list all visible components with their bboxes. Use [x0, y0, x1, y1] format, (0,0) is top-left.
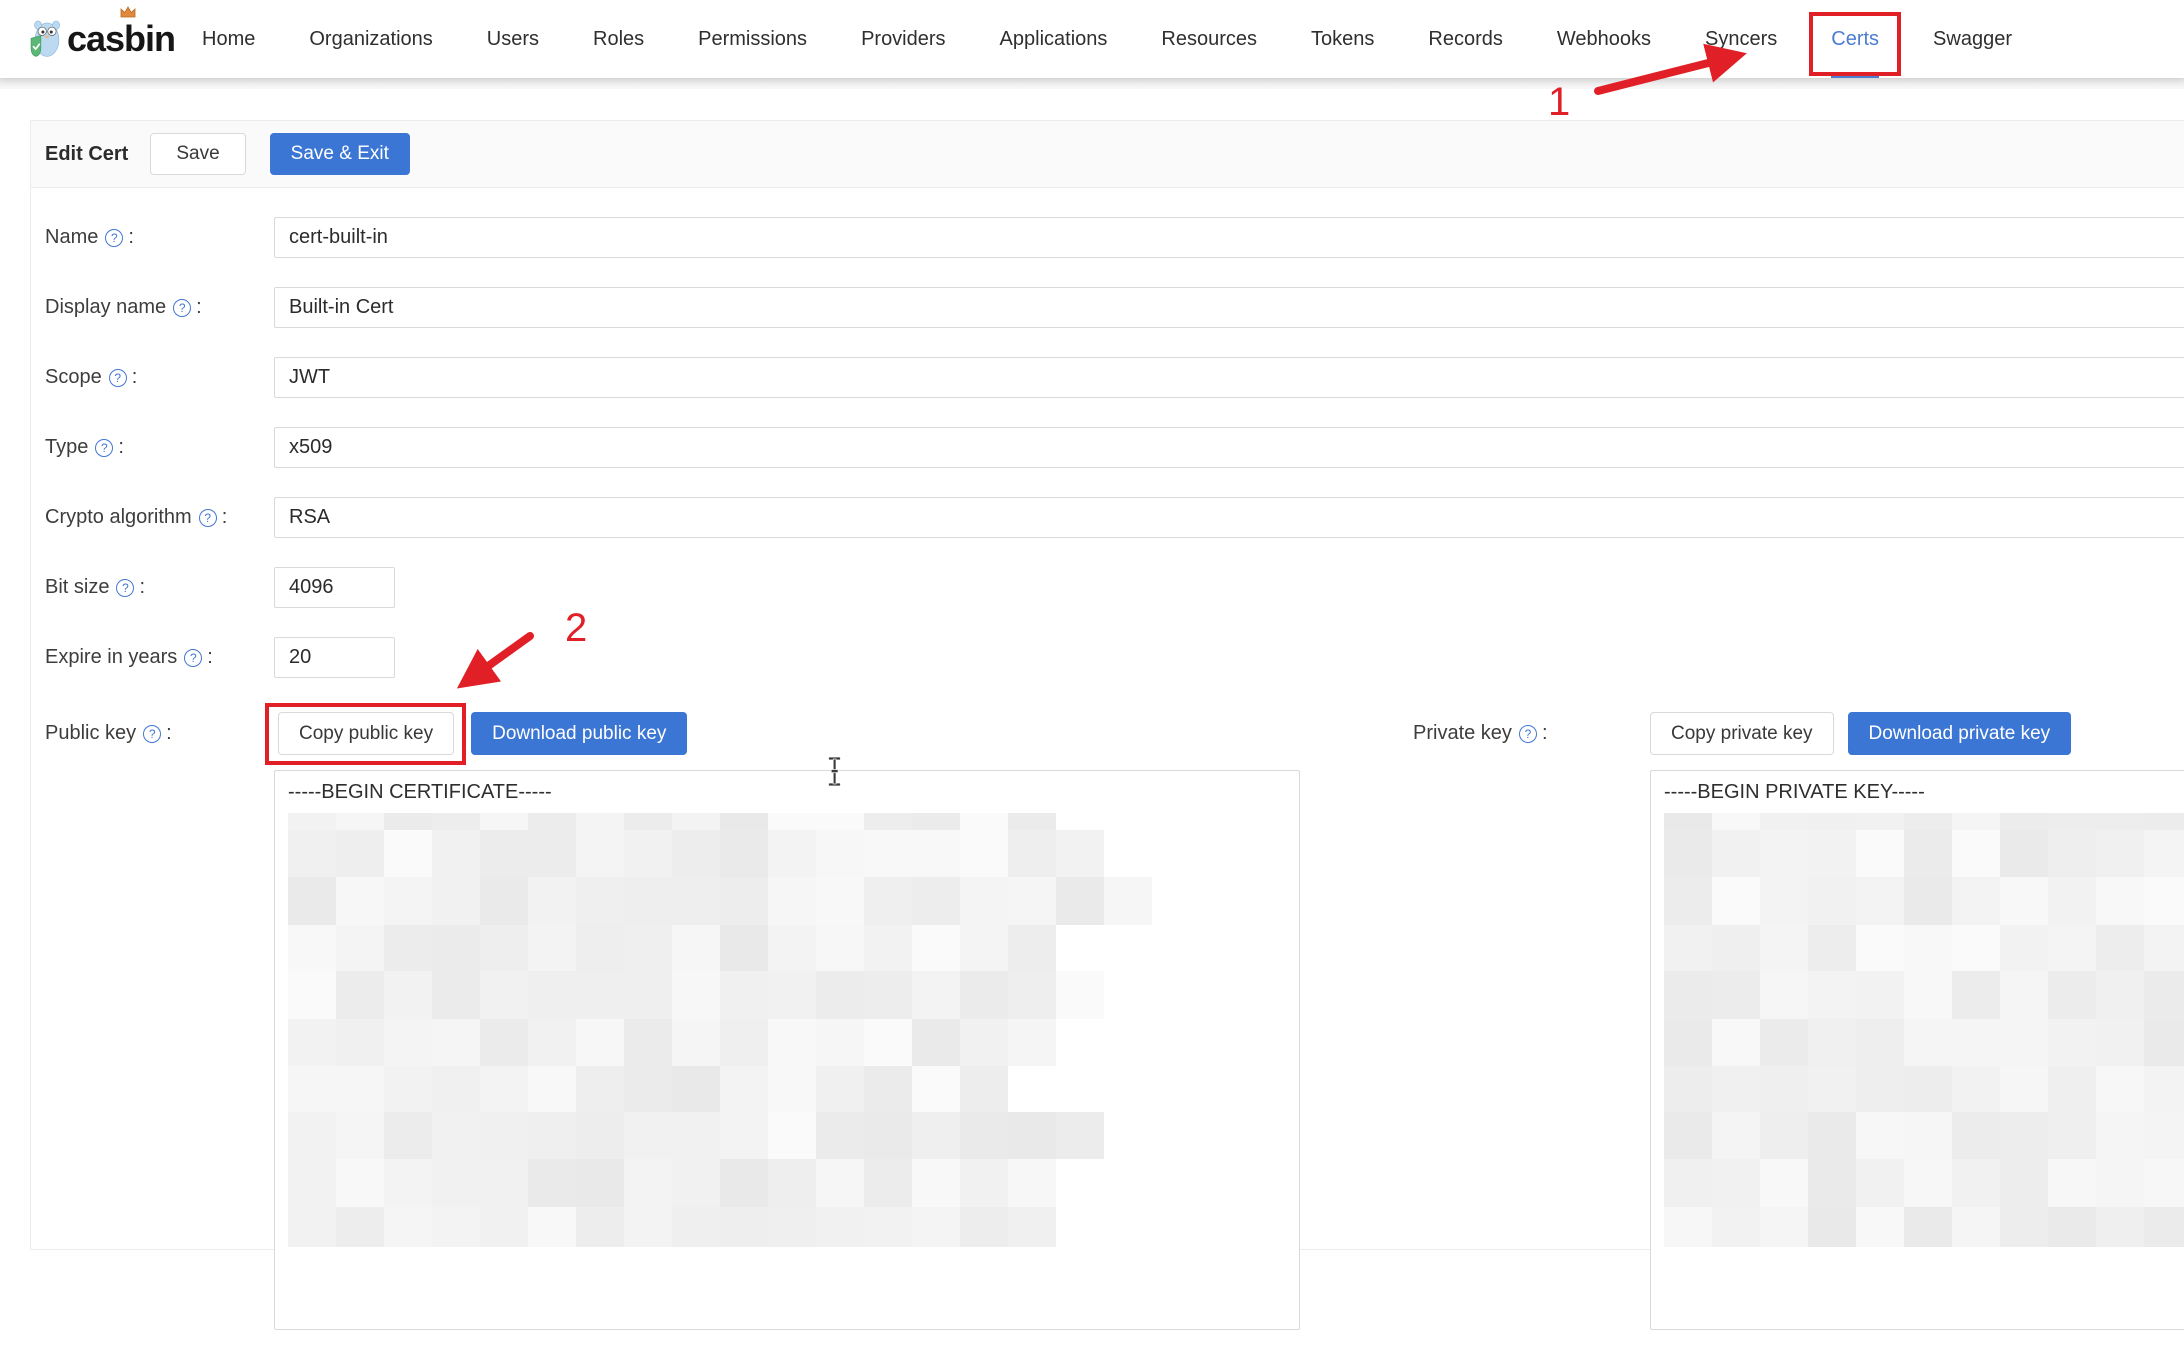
form-row: Type ? : [45, 427, 2184, 468]
help-icon[interactable]: ? [184, 649, 203, 667]
private-key-label: Private key ? : [1413, 722, 1548, 744]
private-key-first-line: -----BEGIN PRIVATE KEY----- [1664, 781, 1925, 803]
help-icon[interactable]: ? [198, 509, 217, 527]
edit-cert-card: Edit Cert Save Save & Exit Name ? : Disp… [30, 120, 2184, 1330]
download-private-key-button[interactable]: Download private key [1847, 712, 2072, 755]
form-row: Scope ? : [45, 357, 2184, 398]
nav-item-organizations[interactable]: Organizations [282, 0, 459, 78]
form-row: Crypto algorithm ? : [45, 497, 2184, 538]
help-icon[interactable]: ? [105, 229, 124, 247]
nav-item-applications[interactable]: Applications [973, 0, 1135, 78]
name-input[interactable] [274, 217, 2184, 258]
private-key-redacted-content [1664, 813, 2184, 1247]
cert-form: Name ? : Display name ? : Scope ? : Type… [31, 188, 2184, 678]
casbin-mascot-icon [30, 20, 60, 57]
help-icon[interactable]: ? [116, 579, 135, 597]
top-navbar: casbin Home Organizations Users Roles Pe… [0, 0, 2184, 78]
public-key-textarea[interactable]: -----BEGIN CERTIFICATE----- [274, 770, 1300, 1330]
nav-menu: Home Organizations Users Roles Permissio… [175, 0, 2039, 78]
save-button[interactable]: Save [150, 133, 246, 175]
annotation-box-certs [1809, 12, 1902, 76]
copy-private-key-button[interactable]: Copy private key [1650, 712, 1834, 755]
form-row: Display name ? : [45, 287, 2184, 328]
nav-item-permissions[interactable]: Permissions [671, 0, 834, 78]
download-public-key-button[interactable]: Download public key [471, 712, 688, 755]
nav-item-providers[interactable]: Providers [834, 0, 972, 78]
expire-in-years-input[interactable] [274, 637, 395, 678]
help-icon[interactable]: ? [173, 299, 192, 317]
nav-item-home[interactable]: Home [175, 0, 282, 78]
page-title: Edit Cert [45, 142, 129, 165]
help-icon[interactable]: ? [95, 439, 114, 457]
nav-item-tokens[interactable]: Tokens [1284, 0, 1401, 78]
display-name-input[interactable] [274, 287, 2184, 328]
help-icon[interactable]: ? [1518, 725, 1537, 743]
nav-item-resources[interactable]: Resources [1134, 0, 1284, 78]
copy-public-key-button[interactable]: Copy public key [278, 712, 455, 755]
bit-size-input[interactable] [274, 567, 395, 608]
navbar-shadow-band [0, 78, 2184, 89]
private-key-textarea[interactable]: -----BEGIN PRIVATE KEY----- [1650, 770, 2184, 1330]
nav-item-webhooks[interactable]: Webhooks [1530, 0, 1678, 78]
card-header: Edit Cert Save Save & Exit [31, 121, 2184, 188]
nav-item-certs[interactable]: Certs [1804, 0, 1906, 78]
nav-item-swagger[interactable]: Swagger [1906, 0, 2039, 78]
scope-input[interactable] [274, 357, 2184, 398]
casbin-logo[interactable]: casbin [29, 6, 176, 68]
save-and-exit-button[interactable]: Save & Exit [269, 133, 410, 175]
nav-item-records[interactable]: Records [1401, 0, 1529, 78]
type-input[interactable] [274, 427, 2184, 468]
crown-icon [120, 6, 136, 18]
form-row: Name ? : [45, 217, 2184, 258]
public-key-redacted-content [288, 813, 1286, 1247]
help-icon[interactable]: ? [108, 369, 127, 387]
help-icon[interactable]: ? [143, 725, 162, 743]
form-row: Expire in years ? : [45, 637, 2184, 678]
public-key-first-line: -----BEGIN CERTIFICATE----- [288, 781, 552, 803]
nav-item-users[interactable]: Users [460, 0, 566, 78]
nav-item-roles[interactable]: Roles [566, 0, 671, 78]
public-key-label: Public key ? : [45, 722, 172, 744]
casbin-logo-text: casbin [66, 18, 176, 59]
form-row: Bit size ? : [45, 567, 2184, 608]
nav-item-syncers[interactable]: Syncers [1678, 0, 1804, 78]
page-root: { "nav": { "logo_text": "casbin", "items… [0, 0, 2184, 1330]
crypto-algorithm-input[interactable] [274, 497, 2184, 538]
keys-section: Public key ? : Copy public key Download … [31, 703, 2184, 1347]
